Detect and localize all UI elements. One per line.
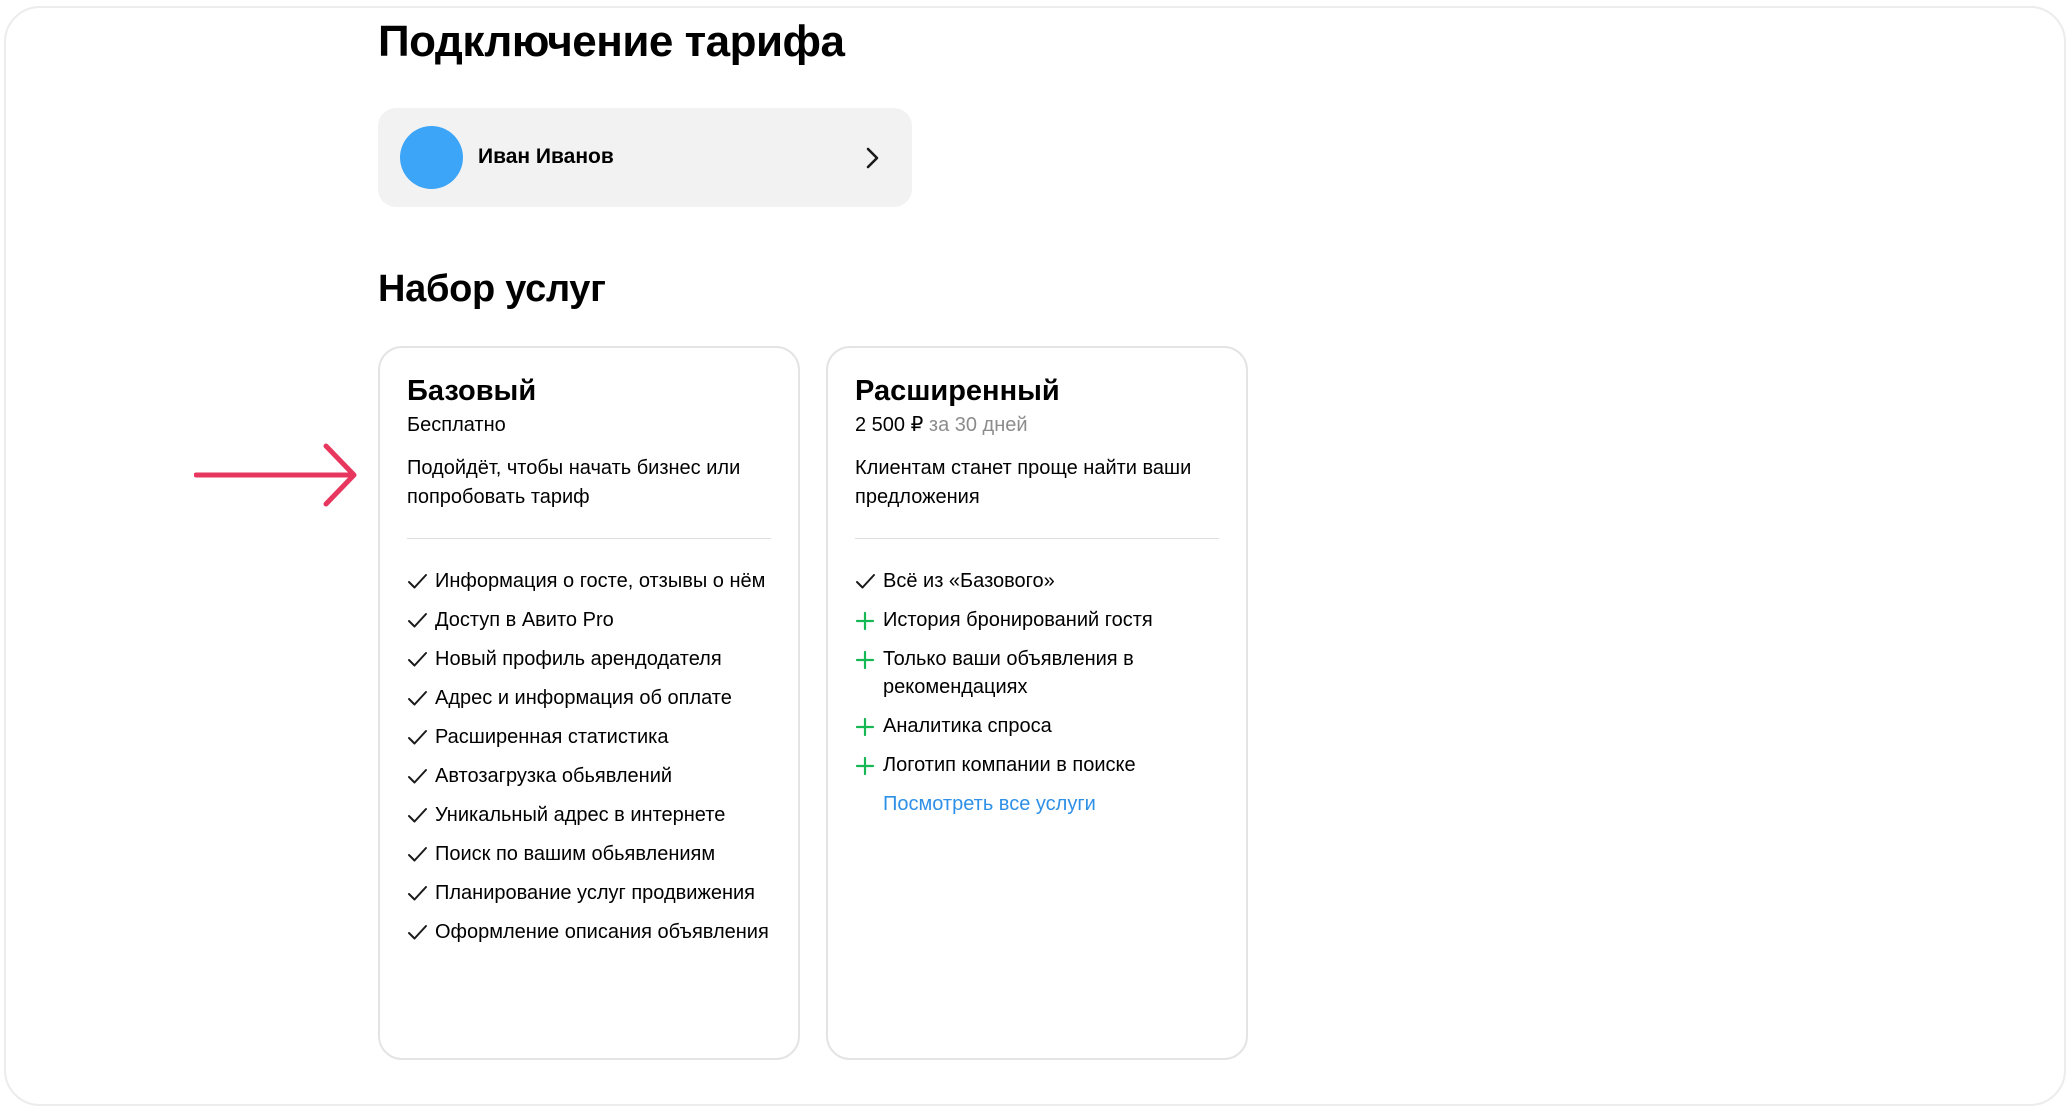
plus-icon bbox=[855, 756, 875, 776]
feature-item: Автозагрузка обьявлений bbox=[407, 762, 771, 790]
feature-text: Расширенная статистика bbox=[435, 726, 669, 748]
feature-text: Адрес и информация об оплате bbox=[435, 687, 732, 709]
feature-item: Адрес и информация об оплате bbox=[407, 684, 771, 712]
feature-item: Расширенная статистика bbox=[407, 723, 771, 751]
check-icon bbox=[408, 574, 427, 589]
feature-text: Поиск по вашим обьявлениям bbox=[435, 843, 716, 865]
check-icon bbox=[408, 808, 427, 823]
arrow-right-icon bbox=[194, 443, 357, 507]
plus-icon bbox=[855, 650, 875, 670]
user-name: Иван Иванов bbox=[478, 145, 614, 168]
check-icon bbox=[408, 730, 427, 745]
feature-text: Планирование услуг продвижения bbox=[435, 882, 755, 904]
avatar bbox=[400, 126, 463, 189]
plus-icon bbox=[855, 717, 875, 737]
feature-text: Автозагрузка обьявлений bbox=[435, 765, 673, 787]
check-icon bbox=[408, 652, 427, 667]
plan-price-value: 2 500 ₽ bbox=[855, 414, 924, 436]
plan-price-value: Бесплатно bbox=[407, 414, 506, 436]
plan-name: Базовый bbox=[407, 375, 537, 407]
feature-text: Логотип компании в поиске bbox=[883, 754, 1136, 776]
check-icon bbox=[408, 925, 427, 940]
see-all-services-link[interactable]: Посмотреть все услуги bbox=[883, 790, 1096, 818]
page-title: Подключение тарифа bbox=[378, 17, 845, 66]
chevron-right-icon bbox=[866, 147, 879, 169]
plan-name: Расширенный bbox=[855, 375, 1060, 407]
feature-text: Доступ в Авито Pro bbox=[435, 609, 614, 631]
feature-text: Аналитика спроса bbox=[883, 715, 1052, 737]
feature-text: Оформление описания объявления bbox=[435, 921, 769, 943]
feature-text: История бронирований гостя bbox=[883, 609, 1153, 631]
feature-item: Всё из «Базового» bbox=[855, 567, 1219, 595]
user-selector-card[interactable]: Иван Иванов bbox=[378, 108, 912, 207]
feature-item: История бронирований гостя bbox=[855, 606, 1219, 634]
divider bbox=[407, 538, 771, 539]
check-icon bbox=[408, 691, 427, 706]
section-title: Набор услуг bbox=[378, 268, 606, 310]
check-icon bbox=[408, 613, 427, 628]
feature-text: Уникальный адрес в интернете bbox=[435, 804, 726, 826]
feature-item: Уникальный адрес в интернете bbox=[407, 801, 771, 829]
plan-features-list: Информация о госте, отзывы о нём Доступ в… bbox=[407, 567, 771, 946]
plus-icon bbox=[855, 611, 875, 631]
check-icon bbox=[408, 769, 427, 784]
plan-price: Бесплатно bbox=[407, 410, 771, 440]
feature-item: Информация о госте, отзывы о нём bbox=[407, 567, 771, 595]
feature-item: Аналитика спроса bbox=[855, 712, 1219, 740]
plan-description: Подойдёт, чтобы начать бизнес или попроб… bbox=[407, 457, 741, 508]
feature-item: Поиск по вашим обьявлениям bbox=[407, 840, 771, 868]
divider bbox=[855, 538, 1219, 539]
check-icon bbox=[408, 847, 427, 862]
feature-text: Новый профиль арендодателя bbox=[435, 648, 722, 670]
feature-item: Планирование услуг продвижения bbox=[407, 879, 771, 907]
feature-item: Оформление описания объявления bbox=[407, 918, 771, 946]
plan-price-period: за 30 дней bbox=[928, 414, 1028, 436]
check-icon bbox=[408, 886, 427, 901]
check-icon bbox=[856, 574, 875, 589]
feature-text: Только ваши объявления в рекомендациях bbox=[883, 648, 1134, 698]
feature-text: Всё из «Базового» bbox=[883, 570, 1055, 592]
plan-card-basic[interactable]: Базовый Бесплатно Подойдёт, чтобы начать… bbox=[378, 346, 800, 1060]
plan-description: Клиентам станет проще найти ваши предлож… bbox=[855, 457, 1192, 508]
feature-item: Логотип компании в поиске bbox=[855, 751, 1219, 779]
plan-features-list: Всё из «Базового» История бронирований го… bbox=[855, 567, 1219, 779]
feature-text: Информация о госте, отзывы о нём bbox=[435, 570, 766, 592]
plan-card-extended[interactable]: Расширенный 2 500 ₽ за 30 дней Клиентам … bbox=[826, 346, 1248, 1060]
feature-item: Новый профиль арендодателя bbox=[407, 645, 771, 673]
plan-price: 2 500 ₽ за 30 дней bbox=[855, 410, 1219, 440]
feature-item: Только ваши объявления в рекомендациях bbox=[855, 645, 1219, 701]
feature-item: Доступ в Авито Pro bbox=[407, 606, 771, 634]
